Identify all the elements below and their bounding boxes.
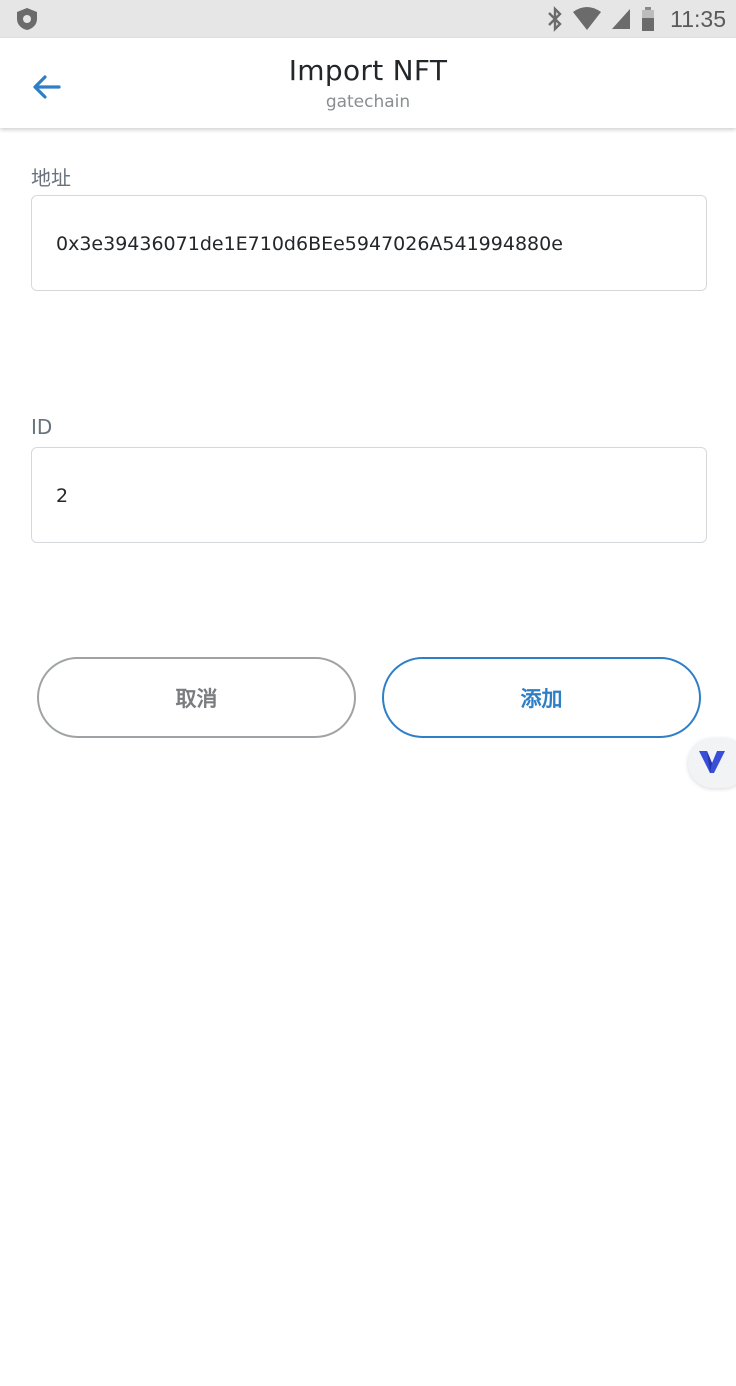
status-bar: 11:35	[0, 0, 736, 38]
id-input[interactable]	[56, 448, 676, 544]
status-time: 11:35	[670, 5, 726, 32]
network-name: gatechain	[325, 92, 411, 112]
cancel-button[interactable]: 取消	[37, 657, 356, 738]
v-logo-icon	[699, 751, 725, 773]
id-label: ID	[31, 415, 53, 439]
address-input[interactable]	[56, 196, 676, 292]
floating-assistant-button[interactable]	[688, 738, 736, 788]
address-label: 地址	[31, 166, 71, 190]
signal-icon	[612, 9, 631, 29]
page-title: Import NFT	[288, 54, 448, 87]
address-field[interactable]	[31, 195, 707, 292]
bluetooth-icon	[548, 6, 562, 32]
shield-icon	[17, 8, 37, 30]
app-header: Import NFT gatechain	[0, 38, 736, 128]
add-button[interactable]: 添加	[382, 657, 701, 738]
id-field[interactable]	[31, 447, 707, 544]
battery-icon	[642, 7, 655, 31]
wifi-icon	[573, 7, 602, 30]
